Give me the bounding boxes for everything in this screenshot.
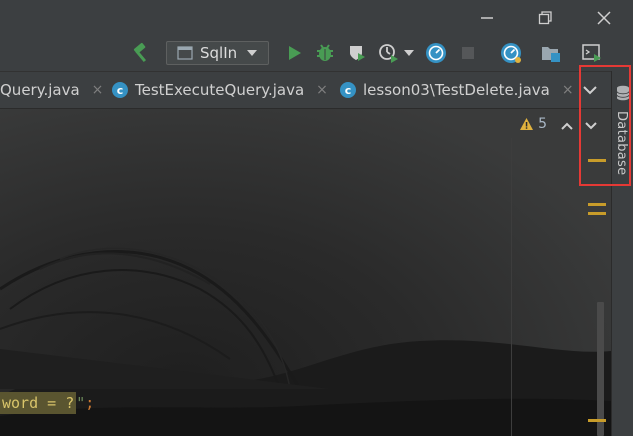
profile-icon bbox=[379, 44, 398, 63]
code-editor[interactable]: 5 word = ? "; bbox=[0, 109, 611, 436]
tab-testdelete-java[interactable]: c lesson03\TestDelete.java × bbox=[340, 72, 574, 108]
background-hair-image bbox=[0, 247, 330, 389]
tab-label: Query.java bbox=[0, 81, 80, 99]
close-icon bbox=[597, 10, 611, 25]
terminal-icon bbox=[582, 44, 601, 62]
project-structure-button[interactable] bbox=[538, 40, 564, 66]
tab-label: lesson03\TestDelete.java bbox=[363, 81, 550, 99]
tab-label: TestExecuteQuery.java bbox=[135, 81, 305, 99]
performance-button[interactable] bbox=[498, 40, 524, 66]
application-icon bbox=[177, 46, 193, 60]
title-bar bbox=[0, 0, 633, 35]
chevron-down-icon bbox=[404, 50, 414, 56]
inspection-widget[interactable]: 5 bbox=[519, 116, 547, 132]
previous-highlight-button[interactable] bbox=[560, 117, 576, 133]
warning-stripe-marker[interactable] bbox=[588, 419, 606, 422]
build-button[interactable] bbox=[128, 40, 154, 66]
right-margin-guide bbox=[511, 138, 512, 436]
debug-button[interactable] bbox=[312, 40, 338, 66]
tab-testexecutequery-java[interactable]: c TestExecuteQuery.java × bbox=[112, 72, 328, 108]
minimize-button[interactable] bbox=[464, 0, 510, 35]
hammer-icon bbox=[133, 42, 147, 63]
debug-icon bbox=[317, 44, 333, 61]
java-class-icon: c bbox=[112, 82, 128, 98]
restore-icon bbox=[538, 10, 552, 24]
selected-code-text: word = ? bbox=[0, 392, 77, 414]
performance-icon bbox=[501, 43, 521, 63]
stop-icon bbox=[462, 47, 474, 59]
restore-button[interactable] bbox=[522, 0, 568, 35]
warning-icon bbox=[520, 118, 534, 130]
warning-stripe-marker[interactable] bbox=[588, 212, 606, 215]
tab-query-java[interactable]: Query.java × bbox=[0, 72, 103, 108]
run-configuration-label: SqlIn bbox=[200, 44, 238, 62]
warning-stripe-marker[interactable] bbox=[588, 203, 606, 206]
update-button[interactable] bbox=[423, 40, 449, 66]
annotation-highlight-box bbox=[579, 65, 631, 186]
close-window-button[interactable] bbox=[581, 0, 627, 35]
close-tab-icon[interactable]: × bbox=[562, 82, 574, 98]
warning-count: 5 bbox=[538, 116, 547, 132]
coverage-button[interactable] bbox=[344, 40, 370, 66]
semicolon: ; bbox=[85, 394, 95, 412]
terminal-button[interactable] bbox=[579, 40, 605, 66]
coverage-icon bbox=[350, 46, 365, 61]
run-button[interactable] bbox=[281, 40, 307, 66]
profile-button[interactable] bbox=[375, 40, 401, 66]
run-configuration-select[interactable]: SqlIn bbox=[166, 41, 269, 65]
code-line[interactable]: word = ? "; bbox=[0, 392, 94, 414]
update-icon bbox=[426, 43, 446, 63]
string-quote: " bbox=[76, 394, 86, 412]
chevron-up-icon bbox=[561, 122, 573, 130]
more-run-options-button[interactable] bbox=[399, 40, 419, 66]
run-icon bbox=[289, 46, 301, 60]
vertical-scrollbar-thumb[interactable] bbox=[597, 302, 604, 436]
java-class-icon: c bbox=[340, 82, 356, 98]
close-tab-icon[interactable]: × bbox=[316, 82, 328, 98]
editor-tab-bar: Query.java × c TestExecuteQuery.java × c… bbox=[0, 72, 611, 109]
main-toolbar: SqlIn bbox=[0, 35, 633, 72]
chevron-down-icon bbox=[247, 50, 258, 56]
minimize-icon bbox=[481, 16, 493, 19]
close-tab-icon[interactable]: × bbox=[92, 82, 104, 98]
project-structure-icon bbox=[542, 47, 560, 62]
stop-button[interactable] bbox=[455, 40, 481, 66]
